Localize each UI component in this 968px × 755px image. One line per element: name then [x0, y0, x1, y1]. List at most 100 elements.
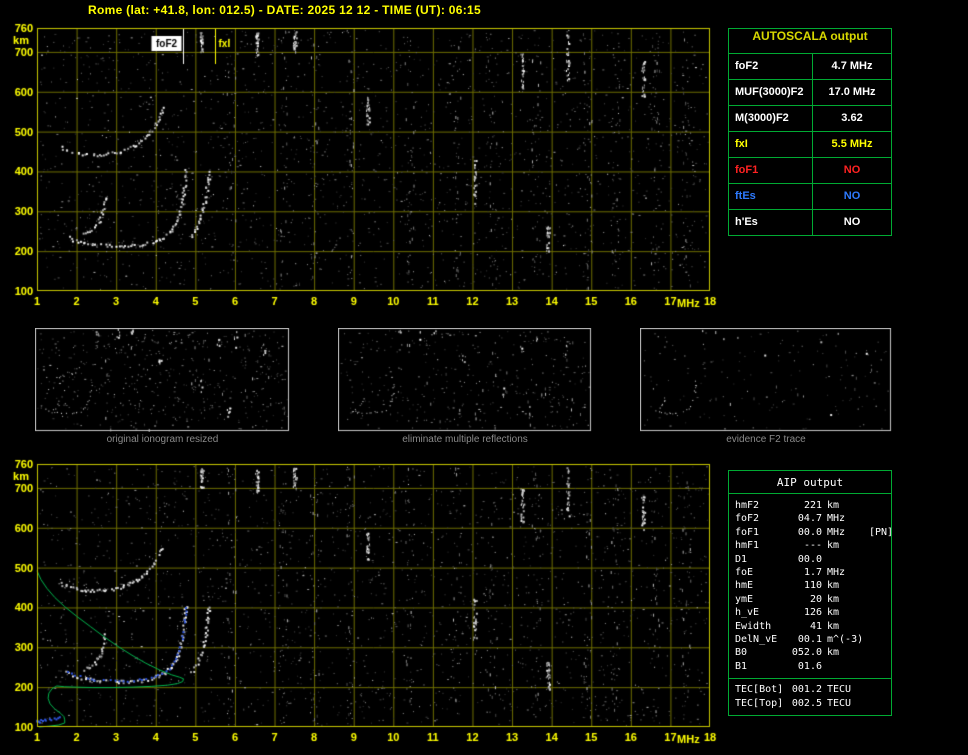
autoscala-output-table: AUTOSCALA output foF2 4.7 MHz MUF(3000)F2 1… — [728, 28, 892, 236]
aip-cell-u: MHz — [827, 567, 846, 579]
param-label: h'Es — [729, 210, 813, 235]
aip-cell-n — [869, 606, 891, 619]
aip-table-title: AIP output — [729, 471, 891, 494]
aip-row-TEC[Top]: TEC[Top] 002.5 TECU — [729, 697, 891, 710]
param-value: 4.7 MHz — [831, 60, 873, 72]
aip-row-h_vE: h_vE 126 km — [729, 606, 891, 619]
main-ionogram-canvas — [0, 22, 725, 314]
aip-cell-u: km — [827, 540, 840, 552]
aip-cell-v: 052.0 — [791, 647, 822, 659]
aip-cell-u: km — [827, 580, 840, 592]
aip-cell-n — [869, 646, 891, 659]
aip-row-D1: D1 00.0 — [729, 553, 891, 566]
aip-cell-v: 01.6 — [797, 660, 822, 672]
aip-cell-u: km — [827, 607, 840, 619]
aip-cell-u: km — [827, 593, 840, 605]
aip-cell-lab: ymE — [735, 593, 754, 605]
aip-cell-v: 126 — [803, 607, 822, 619]
aip-cell-lab: DelN_vE — [735, 634, 778, 646]
aip-row-foF1: foF1 00.0 MHz [PN] — [729, 526, 894, 539]
aip-cell-lab: hmF1 — [735, 540, 760, 552]
aip-cell-v: 00.1 — [797, 634, 822, 646]
aip-cell-lab: foE — [735, 567, 754, 579]
page-title: Rome (lat: +41.8, lon: 012.5) - DATE: 20… — [88, 3, 481, 17]
aip-table-rows: hmF2 221 km foF2 04.7 MHz foF1 00.0 MHz [PN] hmF1 -… — [729, 499, 894, 710]
aip-cell-n — [869, 660, 891, 673]
aip-cell-v: 04.7 — [797, 513, 822, 525]
aip-cell-v: 221 — [803, 500, 822, 511]
param-value: NO — [843, 190, 861, 202]
aip-cell-u: TECU — [827, 697, 852, 709]
panel-original-ionogram-canvas — [35, 328, 290, 432]
panel-caption-evidence: evidence F2 trace — [726, 434, 806, 445]
aip-cell-n — [869, 512, 891, 525]
aip-output-table: AIP output hmF2 221 km foF2 04.7 MHz foF1 00.0 M… — [728, 470, 894, 717]
panel-caption-eliminate: eliminate multiple reflections — [402, 434, 528, 445]
autoscala-table-title: AUTOSCALA output — [729, 29, 891, 54]
aip-cell-lab: TEC[Top] — [735, 697, 784, 709]
aip-cell-n — [869, 697, 891, 710]
aip-cell-n — [869, 553, 891, 566]
aip-cell-u: km — [827, 647, 840, 659]
aip-cell-u: m^(-3) — [827, 634, 864, 646]
aip-cell-lab: TEC[Bot] — [735, 684, 784, 696]
autoscala-row-foF1: foF1 NO — [729, 158, 891, 184]
aip-cell-lab: D1 — [735, 553, 748, 565]
aip-cell-u — [827, 660, 869, 673]
aip-row-TEC[Bot]: TEC[Bot] 001.2 TECU — [729, 678, 891, 696]
aip-cell-v: 20 — [809, 593, 822, 605]
param-label: M(3000)F2 — [729, 106, 813, 131]
param-value: 5.5 MHz — [831, 138, 873, 150]
aip-cell-n — [869, 499, 891, 512]
aip-cell-lab: foF2 — [735, 513, 760, 525]
panel-evidence-f2-canvas — [640, 328, 892, 432]
aip-cell-lab: B1 — [735, 660, 748, 672]
aip-cell-n — [869, 593, 891, 606]
param-label: foF2 — [729, 54, 813, 79]
aip-cell-n — [869, 683, 891, 696]
aip-cell-v: 110 — [803, 580, 822, 592]
aip-cell-u: MHz — [827, 526, 846, 538]
autoscala-table-rows: foF2 4.7 MHz MUF(3000)F2 17.0 MHz M(3000)F2 3… — [729, 54, 891, 235]
aip-cell-n — [869, 566, 891, 579]
param-label: ftEs — [729, 184, 813, 209]
aip-row-B1: B1 01.6 — [729, 660, 891, 673]
aip-cell-u: km — [827, 620, 840, 632]
param-label: foF1 — [729, 158, 813, 183]
autoscala-row-MUF(3000)F2: MUF(3000)F2 17.0 MHz — [729, 80, 891, 106]
param-value: NO — [843, 216, 861, 228]
aip-row-Ewidth: Ewidth 41 km — [729, 620, 891, 633]
profile-ionogram-canvas — [0, 458, 725, 755]
aip-cell-n: [PN] — [869, 526, 894, 538]
aip-cell-n — [869, 620, 891, 633]
autoscala-row-fxI: fxI 5.5 MHz — [729, 132, 891, 158]
aip-row-hmE: hmE 110 km — [729, 579, 891, 592]
aip-cell-lab: foF1 — [735, 526, 760, 538]
aip-cell-lab: hmF2 — [735, 500, 760, 511]
aip-row-ymE: ymE 20 km — [729, 593, 891, 606]
aip-cell-v: 00.0 — [797, 526, 822, 538]
aip-row-hmF1: hmF1 --- km — [729, 539, 891, 552]
aip-row-foF2: foF2 04.7 MHz — [729, 512, 891, 525]
autoscala-screen: Rome (lat: +41.8, lon: 012.5) - DATE: 20… — [0, 0, 968, 755]
aip-cell-v: --- — [803, 540, 822, 552]
autoscala-row-ftEs: ftEs NO — [729, 184, 891, 210]
aip-row-DelN_vE: DelN_vE 00.1 m^(-3) — [729, 633, 891, 646]
aip-cell-v: 001.2 — [791, 684, 822, 696]
aip-cell-n — [869, 633, 891, 646]
aip-cell-v: 00.0 — [797, 553, 822, 565]
panel-caption-original: original ionogram resized — [106, 434, 219, 445]
param-label: fxI — [729, 132, 813, 157]
aip-cell-lab: hmE — [735, 580, 754, 592]
aip-cell-u: km — [827, 500, 840, 511]
autoscala-row-foF2: foF2 4.7 MHz — [729, 54, 891, 80]
aip-cell-v: 41 — [809, 620, 822, 632]
aip-row-hmF2: hmF2 221 km — [729, 499, 891, 512]
panel-eliminate-reflections-canvas — [338, 328, 592, 432]
autoscala-row-h'Es: h'Es NO — [729, 210, 891, 235]
param-value: 3.62 — [841, 112, 863, 124]
autoscala-row-M(3000)F2: M(3000)F2 3.62 — [729, 106, 891, 132]
aip-cell-lab: Ewidth — [735, 620, 772, 632]
aip-cell-u: TECU — [827, 684, 852, 696]
aip-cell-n — [869, 579, 891, 592]
